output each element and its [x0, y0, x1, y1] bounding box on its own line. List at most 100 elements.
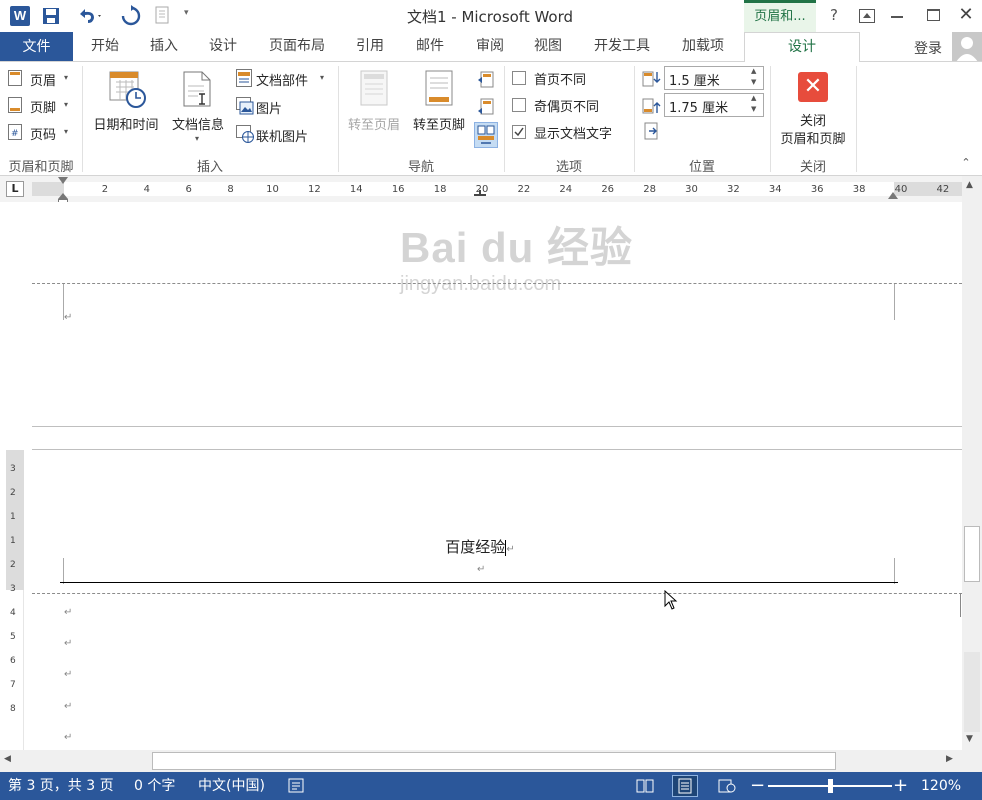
header-bottom-border [60, 582, 898, 583]
document-area[interactable]: Bai du 经验 jingyan.baidu.com ↵ 3 2 1 1 2 3 4 5 6 7… [0, 202, 962, 750]
picture-button[interactable]: 图片 [234, 96, 314, 118]
horizontal-scroll-thumb[interactable] [152, 752, 836, 770]
tab-addins[interactable]: 加载项 [670, 32, 736, 62]
group-label-insert: 插入 [196, 160, 223, 175]
scroll-right-icon[interactable]: ▶ [946, 754, 953, 764]
tab-references[interactable]: 引用 [344, 32, 396, 62]
vertical-ruler-tick-label: 1 [10, 512, 16, 522]
tab-developer[interactable]: 开发工具 [584, 32, 660, 62]
maximize-icon[interactable] [927, 9, 940, 21]
show-text-checkbox[interactable] [512, 125, 526, 139]
quick-parts-icon [236, 69, 252, 87]
date-time-button[interactable]: 日期和时间 [86, 66, 166, 152]
ruler-tick-label: 42 [936, 184, 950, 195]
header-text[interactable]: 百度经验↵ [380, 536, 580, 557]
footer-icon [8, 97, 22, 113]
header-button[interactable]: 页眉 ▾ [6, 68, 76, 90]
minimize-icon[interactable] [891, 16, 903, 18]
word-count-status[interactable]: 0 个字 [134, 772, 175, 800]
first-line-indent-icon[interactable] [58, 177, 68, 184]
page-count-status[interactable]: 第 3 页，共 3 页 [8, 772, 114, 800]
collapse-ribbon-icon[interactable]: ⌃ [958, 156, 974, 170]
horizontal-scrollbar[interactable]: ◀ ▶ [0, 750, 962, 772]
ruler-tick-label: 6 [185, 184, 192, 195]
scroll-down-icon[interactable]: ▼ [966, 734, 973, 744]
goto-footer-button[interactable]: 转至页脚 [406, 66, 472, 152]
quick-parts-button[interactable]: 文档部件 ▾ [234, 68, 330, 90]
insert-alignment-tab-icon[interactable] [644, 122, 662, 142]
next-section-icon[interactable] [476, 97, 496, 117]
odd-even-checkbox[interactable] [512, 98, 526, 112]
header-label: 页眉 [30, 74, 57, 89]
word-logo-icon[interactable]: W [10, 6, 30, 26]
ribbon-display-options-icon[interactable] [859, 9, 875, 23]
language-status[interactable]: 中文(中国) [198, 772, 265, 800]
goto-footer-icon [425, 70, 453, 106]
zoom-level[interactable]: 120% [921, 772, 961, 800]
avatar[interactable] [952, 32, 982, 62]
macro-record-icon[interactable] [288, 778, 304, 793]
online-picture-button[interactable]: 联机图片 [234, 124, 330, 146]
goto-header-icon [360, 70, 388, 106]
page-number-button[interactable]: # 页码 ▾ [6, 122, 76, 144]
right-indent-icon[interactable] [888, 192, 898, 199]
save-icon[interactable] [42, 7, 60, 25]
center-tab-stem-icon[interactable] [479, 190, 481, 196]
quick-print-icon[interactable] [154, 6, 172, 26]
zoom-slider-thumb[interactable] [828, 779, 833, 793]
close-label-line2: 页眉和页脚 [780, 132, 846, 147]
spinner-up-icon[interactable]: ▲ [751, 94, 756, 102]
status-bar: 第 3 页，共 3 页 0 个字 中文(中国) − + 120% [0, 772, 982, 800]
horizontal-ruler[interactable]: L 2 4 6 8 10 12 14 16 18 20 22 24 26 28 30 32 34 36 38 40 42 [0, 176, 982, 205]
print-layout-icon[interactable] [672, 775, 698, 797]
watermark-logo: Bai du 经验 jingyan.baidu.com [400, 214, 632, 304]
link-to-previous-icon[interactable] [474, 122, 498, 148]
picture-label: 图片 [256, 102, 283, 117]
web-layout-icon[interactable] [718, 778, 736, 794]
header-from-top-spinner[interactable]: 1.5 厘米 ▲ ▼ [664, 66, 764, 90]
vertical-ruler-tick-label: 1 [10, 536, 16, 546]
zoom-out-button[interactable]: − [750, 772, 765, 800]
tab-hf-design-label: 设计 [788, 39, 816, 55]
contextual-tab-header: 页眉和... [744, 0, 816, 32]
redo-icon[interactable] [120, 5, 142, 27]
scroll-thumb[interactable] [964, 526, 980, 582]
tab-insert[interactable]: 插入 [140, 32, 188, 62]
vertical-scrollbar[interactable]: ▲ ▼ [962, 176, 982, 750]
footer-from-bottom-spinner[interactable]: 1.75 厘米 ▲ ▼ [664, 93, 764, 117]
help-icon[interactable]: ? [826, 6, 842, 24]
spinner-down-icon[interactable]: ▼ [751, 105, 756, 113]
vertical-ruler-tick-label: 4 [10, 608, 16, 618]
tab-design-doc[interactable]: 设计 [198, 32, 248, 62]
scroll-up-icon[interactable]: ▲ [966, 180, 973, 190]
vertical-ruler[interactable]: 3 2 1 1 2 3 4 5 6 7 8 [6, 450, 24, 750]
paragraph-mark: ↵ [506, 544, 515, 555]
tab-review[interactable]: 审阅 [464, 32, 516, 62]
customize-qat-icon[interactable]: ▾ [184, 8, 194, 22]
tab-page-layout[interactable]: 页面布局 [260, 32, 334, 62]
close-header-footer-button[interactable]: ✕ 关闭 页眉和页脚 [772, 66, 854, 152]
show-text-label: 显示文档文字 [534, 127, 613, 142]
sign-in-link[interactable]: 登录 [914, 38, 942, 58]
footer-button[interactable]: 页脚 ▾ [6, 95, 76, 117]
tab-view[interactable]: 视图 [522, 32, 574, 62]
close-window-icon[interactable]: ✕ [956, 4, 976, 26]
close-label-line1: 关闭 [799, 114, 826, 129]
zoom-in-button[interactable]: + [893, 772, 908, 800]
undo-icon[interactable] [76, 5, 104, 27]
tab-selector[interactable]: L [6, 181, 24, 197]
scroll-left-icon[interactable]: ◀ [4, 754, 11, 764]
first-page-checkbox[interactable] [512, 71, 526, 85]
spinner-up-icon[interactable]: ▲ [751, 67, 756, 75]
quick-parts-dropdown-icon: ▾ [320, 73, 325, 82]
tab-home[interactable]: 开始 [80, 32, 130, 62]
scroll-track-lower [964, 652, 980, 732]
mouse-pointer-icon [664, 590, 678, 610]
read-mode-icon[interactable] [636, 778, 654, 794]
tab-file[interactable]: 文件 [0, 32, 73, 62]
doc-info-button[interactable]: 文档信息 ▾ [166, 66, 230, 152]
previous-section-icon[interactable] [476, 70, 496, 90]
spinner-down-icon[interactable]: ▼ [751, 78, 756, 86]
tab-mailings[interactable]: 邮件 [404, 32, 456, 62]
tab-hf-design[interactable]: 设计 [744, 32, 860, 63]
